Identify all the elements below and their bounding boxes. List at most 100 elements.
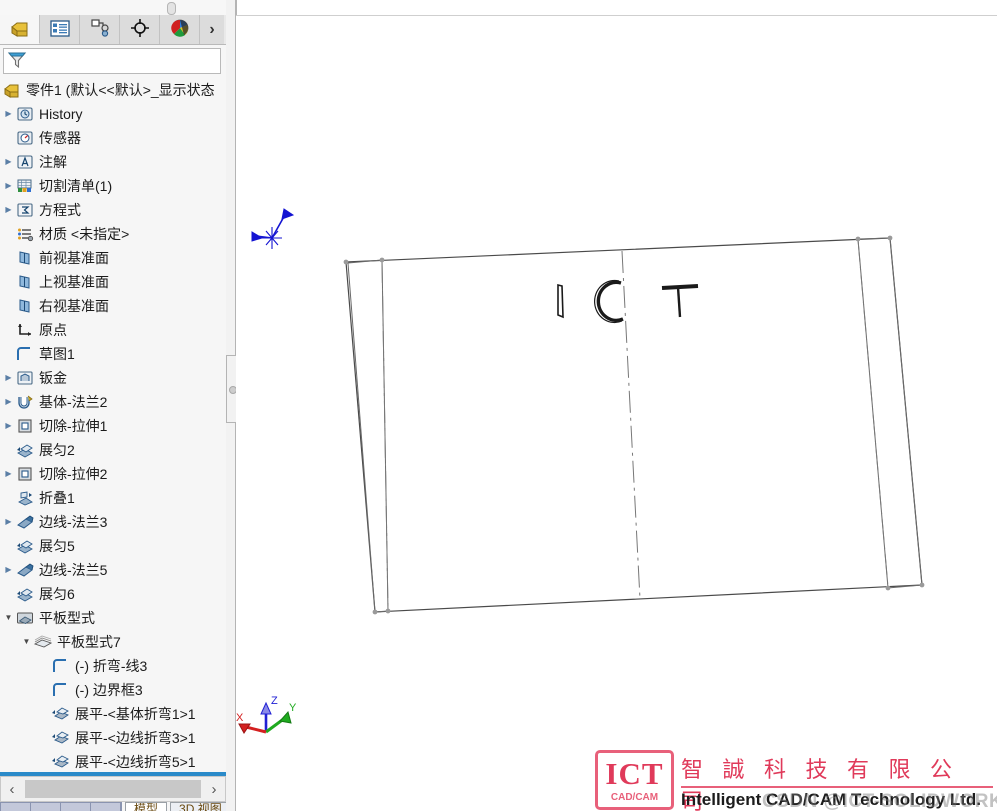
chevron-right-icon[interactable]: ▶ <box>2 558 15 582</box>
tree-item[interactable]: ▼ 平板型式 <box>0 606 226 630</box>
fold-icon <box>15 489 35 507</box>
ict-logo-icon: ICT CAD/CAM <box>595 750 674 810</box>
configuration-manager-tab[interactable] <box>80 15 120 44</box>
edge-flange-icon <box>15 561 35 579</box>
tree-item[interactable]: 右视基准面 <box>0 294 226 318</box>
tree-item[interactable]: 展匀6 <box>0 582 226 606</box>
scroll-left-button[interactable]: ‹ <box>1 781 23 798</box>
tree-root-item[interactable]: 零件1 (默认<<默认>_显示状态 <box>0 78 226 102</box>
tree-item-label: 右视基准面 <box>39 298 109 314</box>
chevron-right-icon[interactable]: ▶ <box>2 102 15 126</box>
tree-item[interactable]: ▼ 平板型式7 <box>0 630 226 654</box>
tree-item[interactable]: ▶ 切割清单(1) <box>0 174 226 198</box>
tree-item[interactable]: 展匀5 <box>0 534 226 558</box>
tree-item[interactable]: 原点 <box>0 318 226 342</box>
flatpattern-folder-icon <box>15 609 35 627</box>
tree-item-label: 展匀5 <box>39 538 75 554</box>
display-manager-tab[interactable] <box>160 15 200 44</box>
flatten-icon <box>51 729 71 747</box>
tree-root-label: 零件1 (默认<<默认>_显示状态 <box>26 82 215 98</box>
unfold-icon <box>15 441 35 459</box>
doc-tab-model[interactable]: 模型 <box>125 802 168 811</box>
chevron-right-icon[interactable]: ▶ <box>2 390 15 414</box>
flat-pattern-model[interactable]: Z Y X <box>236 15 997 811</box>
dimxpert-manager-tab[interactable] <box>120 15 160 44</box>
tree-item[interactable]: 上视基准面 <box>0 270 226 294</box>
tab-nav-buttons[interactable] <box>0 802 122 811</box>
part-icon <box>2 81 22 99</box>
material-icon <box>15 225 35 243</box>
vertex <box>855 236 861 242</box>
chevron-down-icon[interactable]: ▼ <box>20 630 33 654</box>
tree-item-label: 前视基准面 <box>39 250 109 266</box>
feature-tree[interactable]: 零件1 (默认<<默认>_显示状态 ▶ History 传感器 ▶ 注解 ▶ 切割清单(1)… <box>0 78 226 772</box>
tab-nav-prev[interactable] <box>31 803 61 811</box>
tree-item[interactable]: ▶ 切除-拉伸2 <box>0 462 226 486</box>
filter-funnel-icon <box>7 50 27 73</box>
tree-item[interactable]: (-) 边界框3 <box>0 678 226 702</box>
tree-item-label: 展匀6 <box>39 586 75 602</box>
chevron-right-icon[interactable]: ▶ <box>2 462 15 486</box>
sheetmetal-icon <box>15 369 35 387</box>
flatten-icon <box>51 753 71 771</box>
tree-item[interactable]: ▶ 基体-法兰2 <box>0 390 226 414</box>
sketch-icon <box>51 657 71 675</box>
tree-item-label: 草图1 <box>39 346 75 362</box>
tree-item[interactable]: 前视基准面 <box>0 246 226 270</box>
tree-item-label: 边线-法兰5 <box>39 562 108 578</box>
axis-triad[interactable]: Z Y X <box>236 695 297 734</box>
tab-nav-last[interactable] <box>91 803 121 811</box>
tab-nav-first[interactable] <box>1 803 31 811</box>
property-manager-tab[interactable] <box>40 15 80 44</box>
tree-item[interactable]: ▶ 方程式 <box>0 198 226 222</box>
scroll-thumb[interactable] <box>25 780 201 798</box>
crosshair-target-icon <box>130 18 150 41</box>
chevron-right-icon[interactable]: ▶ <box>2 174 15 198</box>
tree-item[interactable]: 材质 <未指定> <box>0 222 226 246</box>
tree-filter-input[interactable] <box>27 52 220 70</box>
plane-icon <box>15 297 35 315</box>
tree-item[interactable]: 展平-<基体折弯1>1 <box>0 702 226 726</box>
chevron-down-icon[interactable]: ▼ <box>2 606 15 630</box>
tree-item[interactable]: 草图1 <box>0 342 226 366</box>
feature-manager-tab[interactable] <box>0 15 40 44</box>
scroll-right-button[interactable]: › <box>203 781 225 798</box>
doc-tab-3dviews[interactable]: 3D 视图 <box>170 802 231 811</box>
panel-pin-handle[interactable] <box>167 2 176 15</box>
tree-item[interactable]: (-) 折弯-线3 <box>0 654 226 678</box>
tree-item[interactable]: 展匀2 <box>0 438 226 462</box>
chevron-right-icon[interactable]: ▶ <box>2 198 15 222</box>
chevron-right-icon[interactable]: ▶ <box>2 510 15 534</box>
vertex <box>385 608 391 614</box>
chevron-right-icon[interactable]: ▶ <box>2 150 15 174</box>
tree-item[interactable]: 传感器 <box>0 126 226 150</box>
tree-item[interactable]: 折叠1 <box>0 486 226 510</box>
tree-filter-box[interactable] <box>3 48 221 74</box>
watermark-overlay-text: CSDN @ICT-SOLIDWORKS <box>762 791 997 811</box>
flatten-icon <box>51 705 71 723</box>
tree-item[interactable]: ▶ 切除-拉伸1 <box>0 414 226 438</box>
tree-item-label: 展平-<边线折弯5>1 <box>75 754 196 770</box>
tree-item[interactable]: ▶ 注解 <box>0 150 226 174</box>
tree-item-label: 折叠1 <box>39 490 75 506</box>
graphics-viewport[interactable]: Z Y X ICT CAD/CAM 智 誠 科 技 有 限 公 司 Intell… <box>236 15 997 811</box>
chevron-right-icon[interactable]: ▶ <box>2 414 15 438</box>
tree-horizontal-scrollbar[interactable]: ‹ › <box>0 776 226 802</box>
tree-item[interactable]: ▶ 边线-法兰5 <box>0 558 226 582</box>
manager-tab-overflow-button[interactable]: › <box>200 15 224 44</box>
watermark-divider <box>681 786 993 788</box>
tree-item-label: 平板型式7 <box>57 634 121 650</box>
tree-item-label: 平板型式 <box>39 610 95 626</box>
x-axis <box>245 725 267 734</box>
tree-item[interactable]: ▶ 边线-法兰3 <box>0 510 226 534</box>
plate-outline <box>345 237 923 613</box>
tree-item-label: 切除-拉伸1 <box>39 418 108 434</box>
tree-item[interactable]: 展平-<边线折弯3>1 <box>0 726 226 750</box>
tree-item-label: 方程式 <box>39 202 81 218</box>
tree-item[interactable]: 展平-<边线折弯5>1 <box>0 750 226 772</box>
tree-item[interactable]: ▶ History <box>0 102 226 126</box>
tab-nav-next[interactable] <box>61 803 91 811</box>
history-icon <box>15 105 35 123</box>
tree-item[interactable]: ▶ 钣金 <box>0 366 226 390</box>
chevron-right-icon[interactable]: ▶ <box>2 366 15 390</box>
